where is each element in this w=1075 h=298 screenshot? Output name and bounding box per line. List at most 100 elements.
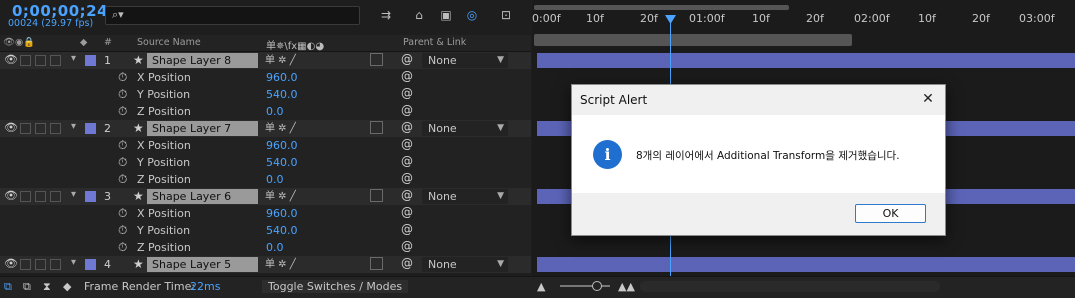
stopwatch-icon[interactable]: ⏱ (118, 172, 127, 187)
property-value[interactable]: 0.0 (266, 241, 284, 254)
solo-toggle[interactable] (35, 259, 46, 270)
graph-editor-icon[interactable]: ⊡ (498, 8, 514, 22)
layer-name[interactable]: Shape Layer 8 (147, 53, 258, 68)
property-row[interactable]: ⏱ Z Position 0.0 @ (0, 171, 531, 188)
property-row[interactable]: ⏱ Z Position 0.0 @ (0, 103, 531, 120)
label-color-swatch[interactable] (85, 259, 96, 270)
label-color-swatch[interactable] (85, 191, 96, 202)
3d-layer-switch[interactable] (370, 121, 383, 134)
eye-icon[interactable]: 👁 (4, 121, 18, 134)
pick-whip-icon[interactable]: @ (401, 69, 413, 83)
chevron-right-icon[interactable]: ▾ (71, 257, 76, 268)
timeline-scrollbar[interactable] (640, 281, 940, 292)
property-row[interactable]: ⏱ Z Position 0.0 @ (0, 239, 531, 256)
property-value[interactable]: 540.0 (266, 224, 298, 237)
property-value[interactable]: 960.0 (266, 207, 298, 220)
layer-switches[interactable]: 单 ✲ ╱ (265, 189, 371, 204)
pick-whip-icon[interactable]: @ (401, 171, 413, 185)
layer-row[interactable]: 👁 ▾ 1 ★ Shape Layer 8 单 ✲ ╱ @ None ▼ (0, 52, 531, 69)
pick-whip-icon[interactable]: @ (401, 137, 413, 151)
layer-switches[interactable]: 单 ✲ ╱ (265, 53, 371, 68)
lock-toggle[interactable] (50, 55, 61, 66)
property-value[interactable]: 960.0 (266, 71, 298, 84)
in-out-icon[interactable]: ◆ (63, 280, 71, 293)
motion-blur-icon[interactable]: ◎ (464, 8, 480, 22)
parent-dropdown[interactable]: None ▼ (422, 189, 508, 204)
pick-whip-icon[interactable]: @ (401, 86, 413, 100)
chevron-down-icon[interactable]: ▾ (71, 121, 76, 132)
stopwatch-icon[interactable]: ⏱ (118, 104, 127, 119)
pick-whip-icon[interactable]: @ (401, 239, 413, 253)
audio-toggle[interactable] (20, 123, 31, 134)
draft-3d-icon[interactable]: ⌂ (411, 8, 427, 22)
stopwatch-icon[interactable]: ⏱ (118, 206, 127, 221)
pick-whip-icon[interactable]: @ (401, 222, 413, 236)
time-navigator[interactable] (534, 5, 789, 10)
pick-whip-icon[interactable]: @ (401, 120, 413, 134)
layer-switches[interactable]: 单 ✲ ╱ (265, 121, 371, 136)
audio-toggle[interactable] (20, 55, 31, 66)
layer-name[interactable]: Shape Layer 5 (147, 257, 258, 272)
solo-toggle[interactable] (35, 123, 46, 134)
comp-mini-flowchart-icon[interactable]: ⇉ (378, 8, 394, 22)
parent-dropdown[interactable]: None ▼ (422, 53, 508, 68)
zoom-slider[interactable] (560, 285, 610, 287)
property-row[interactable]: ⏱ Y Position 540.0 @ (0, 86, 531, 103)
solo-toggle[interactable] (35, 55, 46, 66)
toggle-switches-modes-button[interactable]: Toggle Switches / Modes (262, 280, 409, 293)
audio-toggle[interactable] (20, 191, 31, 202)
column-parent-link[interactable]: Parent & Link (403, 37, 466, 48)
transfer-controls-icon[interactable]: ⧗ (43, 280, 51, 294)
lock-toggle[interactable] (50, 191, 61, 202)
pick-whip-icon[interactable]: @ (401, 52, 413, 66)
layer-switches-icon[interactable]: ⧉ (23, 280, 31, 294)
property-row[interactable]: ⏱ Y Position 540.0 @ (0, 222, 531, 239)
time-ruler[interactable]: 0:00f 10f 20f 01:00f 10f 20f 02:00f 10f … (532, 12, 1075, 32)
eye-icon[interactable]: 👁 (4, 257, 18, 270)
close-icon[interactable]: ✕ (919, 90, 937, 108)
solo-toggle[interactable] (35, 191, 46, 202)
zoom-out-icon[interactable]: ▲ (537, 280, 545, 293)
layer-row[interactable]: 👁 ▾ 2 ★ Shape Layer 7 单 ✲ ╱ @ None ▼ (0, 120, 531, 137)
layer-name[interactable]: Shape Layer 6 (147, 189, 258, 204)
pick-whip-icon[interactable]: @ (401, 256, 413, 270)
stopwatch-icon[interactable]: ⏱ (118, 155, 127, 170)
pick-whip-icon[interactable]: @ (401, 205, 413, 219)
frame-blending-icon[interactable]: ▣ (438, 8, 454, 22)
label-color-swatch[interactable] (85, 123, 96, 134)
property-row[interactable]: ⏱ X Position 960.0 @ (0, 137, 531, 154)
chevron-down-icon[interactable]: ▾ (71, 189, 76, 200)
stopwatch-icon[interactable]: ⏱ (118, 138, 127, 153)
audio-toggle[interactable] (20, 259, 31, 270)
parent-dropdown[interactable]: None ▼ (422, 121, 508, 136)
render-icon[interactable]: ⧉ (4, 280, 12, 294)
layer-switches[interactable]: 单 ✲ ╱ (265, 257, 371, 272)
lock-toggle[interactable] (50, 259, 61, 270)
property-row[interactable]: ⏱ X Position 960.0 @ (0, 69, 531, 86)
layer-row[interactable]: 👁 ▾ 3 ★ Shape Layer 6 单 ✲ ╱ @ None ▼ (0, 188, 531, 205)
property-value[interactable]: 0.0 (266, 105, 284, 118)
eye-icon[interactable]: 👁 (4, 189, 18, 202)
zoom-slider-handle[interactable] (592, 281, 602, 291)
search-input[interactable]: ⌕▾ (105, 6, 360, 25)
pick-whip-icon[interactable]: @ (401, 154, 413, 168)
stopwatch-icon[interactable]: ⏱ (118, 70, 127, 85)
stopwatch-icon[interactable]: ⏱ (118, 223, 127, 238)
label-color-swatch[interactable] (85, 55, 96, 66)
layer-duration-bar[interactable] (537, 257, 1075, 272)
3d-layer-switch[interactable] (370, 53, 383, 66)
work-area-bar[interactable] (534, 34, 852, 46)
ok-button[interactable]: OK (855, 204, 926, 223)
stopwatch-icon[interactable]: ⏱ (118, 87, 127, 102)
layer-name[interactable]: Shape Layer 7 (147, 121, 258, 136)
property-value[interactable]: 960.0 (266, 139, 298, 152)
pick-whip-icon[interactable]: @ (401, 103, 413, 117)
stopwatch-icon[interactable]: ⏱ (118, 240, 127, 255)
chevron-down-icon[interactable]: ▾ (71, 53, 76, 64)
layer-duration-bar[interactable] (537, 53, 1075, 68)
column-source-name[interactable]: Source Name (137, 37, 201, 48)
lock-toggle[interactable] (50, 123, 61, 134)
property-value[interactable]: 540.0 (266, 156, 298, 169)
property-row[interactable]: ⏱ X Position 960.0 @ (0, 205, 531, 222)
property-value[interactable]: 540.0 (266, 88, 298, 101)
